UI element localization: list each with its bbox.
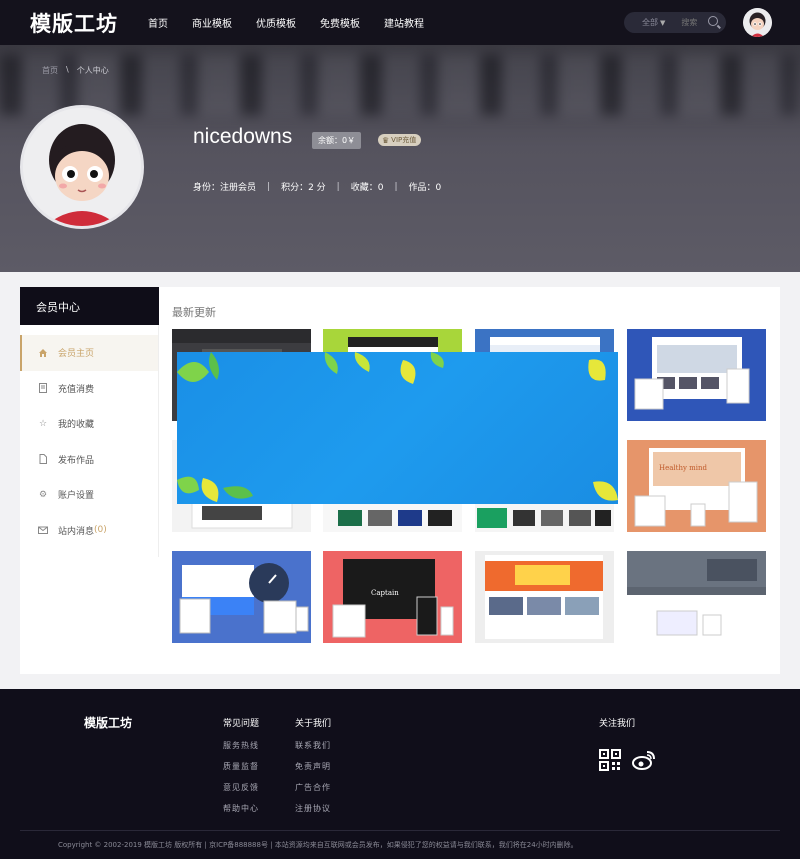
footer-link-disclaimer[interactable]: 免责声明 (295, 761, 331, 772)
breadcrumb: 首页 \ 个人中心 (42, 65, 109, 76)
sidebar-item-label: 会员主页 (58, 349, 95, 360)
search-bar: 全部 ▼ (624, 12, 726, 33)
sidebar-item-messages[interactable]: 站内消息 (0) (20, 513, 158, 549)
footer-link-hotline[interactable]: 服务热线 (223, 740, 259, 751)
svg-text:Healthy mind: Healthy mind (659, 464, 708, 472)
stat-identity: 身份：注册会员 (193, 183, 257, 193)
stat-divider: | (267, 181, 271, 192)
sidebar-item-member-home[interactable]: 会员主页 (20, 335, 158, 371)
footer-col-about: 关于我们 联系我们 免责声明 广告合作 注册协议 (295, 716, 331, 824)
banner-background (0, 55, 800, 115)
sidebar-item-label: 充值消费 (58, 384, 95, 395)
footer-col-faq: 常见问题 服务热线 质量监督 意见反馈 帮助中心 (223, 716, 259, 824)
footer-link-terms[interactable]: 注册协议 (295, 803, 331, 814)
nav-item-premium[interactable]: 优质模板 (256, 15, 296, 30)
template-thumbnail[interactable] (172, 551, 311, 643)
footer-link-contact[interactable]: 联系我们 (295, 740, 331, 751)
breadcrumb-current: 个人中心 (76, 66, 109, 75)
stat-points: 积分：2 分 (281, 183, 326, 193)
sidebar-item-recharge[interactable]: 充值消费 (20, 371, 158, 407)
member-sidebar: 会员主页 充值消费 ☆ 我的收藏 发布作品 ⚙ 账户设置 站内消息 (0) (20, 325, 159, 557)
footer-logo[interactable]: 模版工坊 (84, 714, 132, 731)
template-thumbnail[interactable] (627, 551, 766, 643)
template-thumbnail[interactable]: Healthy mind (627, 440, 766, 532)
search-input[interactable] (681, 18, 708, 27)
sidebar-item-favorites[interactable]: ☆ 我的收藏 (20, 406, 158, 442)
profile-username: nicedowns (193, 125, 293, 148)
footer-link-feedback[interactable]: 意见反馈 (223, 782, 259, 793)
file-icon (38, 454, 48, 465)
nav-item-commercial[interactable]: 商业模板 (192, 15, 232, 30)
sidebar-item-label: 发布作品 (58, 455, 95, 466)
profile-avatar[interactable] (20, 105, 144, 229)
footer-link-ads[interactable]: 广告合作 (295, 782, 331, 793)
profile-banner: 首页 \ 个人中心 nicedowns 余额：0￥ ♛ VIP充值 身份：注册会… (0, 45, 800, 272)
nav-item-tutorials[interactable]: 建站教程 (384, 15, 424, 30)
qrcode-icon[interactable] (599, 749, 621, 771)
template-thumbnail[interactable]: Captain (323, 551, 462, 643)
footer-link-help[interactable]: 帮助中心 (223, 803, 259, 814)
nav-item-free[interactable]: 免费模板 (320, 15, 360, 30)
vip-recharge-badge[interactable]: ♛ VIP充值 (378, 134, 422, 146)
receipt-icon (38, 383, 48, 394)
breadcrumb-home[interactable]: 首页 (42, 65, 58, 76)
footer-divider (20, 830, 780, 831)
footer-follow-title: 关注我们 (599, 719, 636, 729)
template-thumbnail[interactable] (627, 329, 766, 421)
home-icon (38, 348, 48, 358)
sidebar-item-label: 账户设置 (58, 491, 95, 502)
profile-stats: 身份：注册会员 | 积分：2 分 | 收藏：0 | 作品：0 (193, 180, 442, 194)
weibo-icon[interactable] (632, 750, 656, 770)
vip-label: VIP充值 (391, 136, 417, 144)
member-center-title: 会员中心 (20, 287, 159, 325)
nav-item-home[interactable]: 首页 (148, 15, 168, 30)
site-logo[interactable]: 模版工坊 (30, 8, 148, 38)
template-thumbnail[interactable] (475, 551, 614, 643)
site-footer: 模版工坊 常见问题 服务热线 质量监督 意见反馈 帮助中心 关于我们 联系我们 … (0, 689, 800, 859)
top-navbar: 模版工坊 首页 商业模板 优质模板 免费模板 建站教程 全部 ▼ (0, 0, 800, 45)
user-avatar[interactable] (743, 8, 772, 37)
gear-icon: ⚙ (38, 489, 48, 500)
mail-icon (38, 525, 48, 535)
chevron-down-icon: ▼ (660, 18, 666, 27)
promo-banner[interactable] (177, 352, 618, 504)
latest-updates-title: 最新更新 (172, 306, 216, 319)
search-icon[interactable] (708, 16, 718, 26)
star-icon: ☆ (38, 418, 48, 429)
footer-copyright: Copyright © 2002-2019 模版工坊 版权所有 | 京ICP备8… (58, 841, 578, 849)
sidebar-item-label: 我的收藏 (58, 420, 95, 431)
search-scope-label: 全部 (642, 18, 658, 27)
stat-works: 作品：0 (408, 183, 442, 193)
svg-text:Captain: Captain (371, 589, 399, 597)
footer-col-title: 常见问题 (223, 719, 260, 729)
footer-col-title: 关于我们 (295, 719, 332, 729)
search-scope-select[interactable]: 全部 ▼ (642, 17, 665, 28)
footer-link-quality[interactable]: 质量监督 (223, 761, 259, 772)
breadcrumb-separator: \ (66, 65, 69, 74)
message-count: (0) (94, 525, 107, 536)
stat-divider: | (394, 181, 398, 192)
sidebar-item-publish[interactable]: 发布作品 (20, 442, 158, 478)
balance-badge: 余额：0￥ (312, 132, 362, 149)
sidebar-item-settings[interactable]: ⚙ 账户设置 (20, 477, 158, 513)
sidebar-item-label: 站内消息 (58, 526, 95, 537)
stat-favorites: 收藏：0 (350, 183, 384, 193)
crown-icon: ♛ (382, 135, 390, 145)
stat-divider: | (336, 181, 340, 192)
main-nav: 首页 商业模板 优质模板 免费模板 建站教程 (148, 15, 448, 30)
